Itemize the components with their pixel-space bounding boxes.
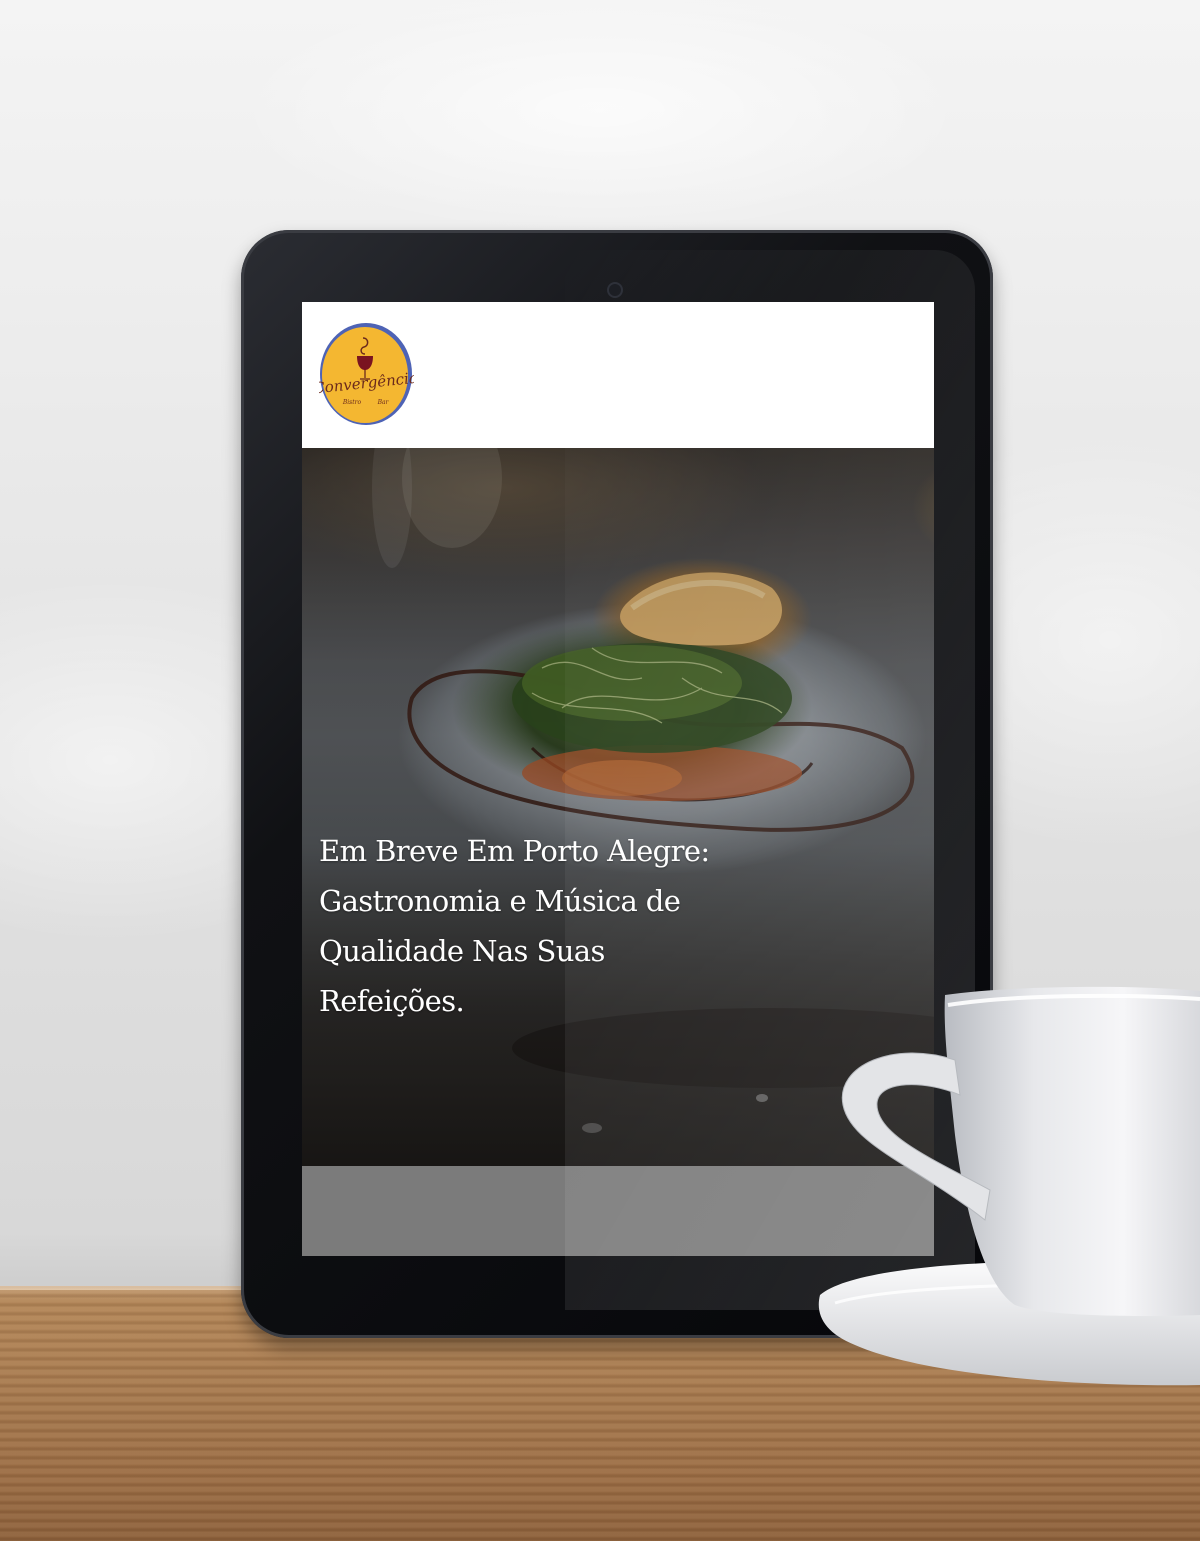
logo-subtitle-left: Bistro <box>342 399 362 406</box>
site-logo[interactable]: Convergência Bistro Bar <box>312 322 419 427</box>
logo-subtitle-right: Bar <box>377 399 390 406</box>
coffee-cup <box>818 986 1200 1386</box>
camera-icon <box>609 284 621 296</box>
convergencia-logo: Convergência Bistro Bar <box>312 323 419 425</box>
site-header: Convergência Bistro Bar <box>302 302 934 448</box>
hero-title: Em Breve Em Porto Alegre: Gastronomia e … <box>319 834 710 1018</box>
